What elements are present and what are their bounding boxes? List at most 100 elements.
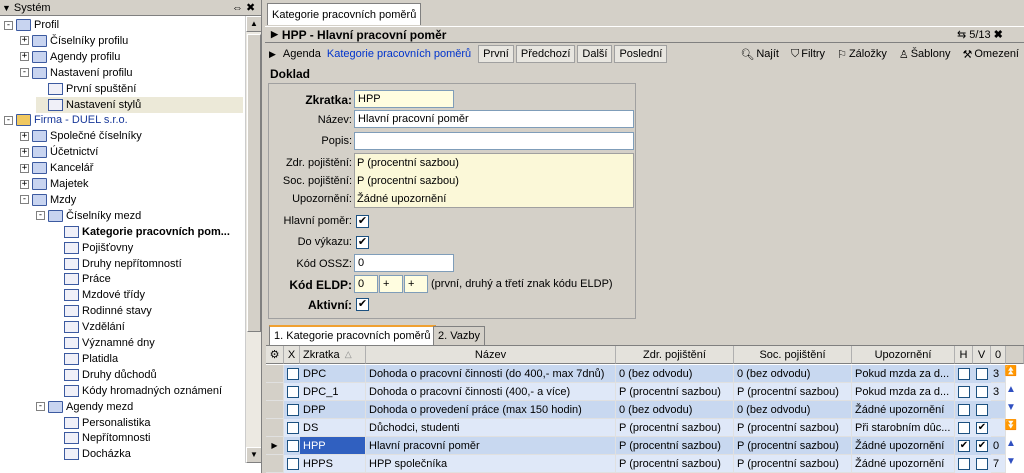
table-row[interactable]: HPPS HPP společníka P (procentní sazbou) P … [266,455,1006,473]
cell-h-checkbox[interactable] [958,458,970,470]
expand-icon[interactable]: + [20,179,29,189]
aktivni-checkbox[interactable]: ✔ [356,298,369,311]
row-indicator[interactable] [266,419,284,437]
expand-icon[interactable]: + [20,163,29,173]
cell-v-checkbox[interactable] [976,368,988,380]
tab-vazby[interactable]: 2. Vazby [433,326,485,345]
cell-h-checkbox[interactable]: ✔ [958,440,970,452]
previous-button[interactable]: Předchozí [515,45,576,63]
table-row[interactable]: DS Důchodci, studenti P (procentní sazbou)… [266,419,1006,437]
tree-item[interactable]: Mzdové třídy [52,287,145,303]
tree-item[interactable]: + Kancelář [20,160,93,176]
hlavni-checkbox[interactable]: ✔ [356,215,369,228]
kod-eldp-3[interactable]: + [404,275,428,293]
row-select-checkbox[interactable] [287,440,299,452]
next-button[interactable]: Další [577,45,613,63]
tree-item[interactable]: Rodinné stavy [52,303,152,319]
popis-input[interactable] [354,132,634,150]
zdr-value[interactable]: P (procentní sazbou) [357,157,459,169]
row-select-checkbox[interactable] [287,458,299,470]
filters-button[interactable]: ⛉ Filtry [786,45,830,63]
tree-scrollbar[interactable]: ▲ ▼ [245,16,261,463]
last-record-icon[interactable]: ⏬ [1002,417,1020,435]
tree-item[interactable]: + Majetek [20,176,89,192]
header-upoz[interactable]: Upozornění [852,346,955,364]
row-select-checkbox[interactable] [287,404,299,416]
tree-item[interactable]: Kategorie pracovních pom... [52,224,230,240]
vykaz-checkbox[interactable]: ✔ [356,236,369,249]
collapse-icon[interactable]: - [36,402,45,412]
row-select-checkbox[interactable] [287,386,299,398]
row-select-checkbox[interactable] [287,368,299,380]
tree-item[interactable]: Platidla [52,351,118,367]
cell-h-checkbox[interactable] [958,368,970,380]
expand-icon[interactable]: + [20,36,29,46]
tree-item[interactable]: Práce [52,271,111,287]
cell-h-checkbox[interactable] [958,404,970,416]
tree-item[interactable]: + Účetnictví [20,144,98,160]
collapse-icon[interactable]: - [4,20,13,30]
header-soc[interactable]: Soc. pojištění [734,346,852,364]
expand-icon[interactable]: + [20,147,29,157]
collapse-icon[interactable]: - [36,211,45,221]
scroll-up-button[interactable]: ▲ [246,16,261,32]
tree-item[interactable]: + Číselníky profilu [20,33,128,49]
header-nazev[interactable]: Název [366,346,616,364]
restrictions-button[interactable]: ⚒ Omezení [957,45,1024,63]
tab-kategorie-list[interactable]: 1. Kategorie pracovních poměrů [269,325,436,345]
tree-item[interactable]: - Číselníky mezd [36,208,141,224]
table-row[interactable]: DPC_1 Dohoda o pracovní činnosti (400,- a… [266,383,1006,401]
cell-v-checkbox[interactable]: ✔ [976,422,988,434]
row-indicator[interactable] [266,455,284,473]
down-icon[interactable]: ▼ [1002,453,1020,471]
table-row[interactable]: DPP Dohoda o provedení práce (max 150 hod… [266,401,1006,419]
tree-item[interactable]: - Nastavení profilu [20,65,133,81]
cell-v-checkbox[interactable] [976,404,988,416]
cell-v-checkbox[interactable] [976,386,988,398]
expand-icon[interactable]: + [20,52,29,62]
tree-item[interactable]: Druhy nepřítomností [52,256,182,272]
cell-h-checkbox[interactable] [958,422,970,434]
header-zdr[interactable]: Zdr. pojištění [616,346,734,364]
templates-button[interactable]: ♙ Šablony [894,45,956,63]
nazev-input[interactable]: Hlavní pracovní poměr [354,110,634,128]
last-button[interactable]: Poslední [614,45,668,63]
tree-item[interactable]: Kódy hromadných oznámení [52,383,222,399]
first-record-icon[interactable]: ⏫ [1002,363,1020,381]
cell-v-checkbox[interactable] [976,458,988,470]
collapse-icon[interactable]: - [20,68,29,78]
tree-item[interactable]: Vzdělání [52,319,125,335]
header-v[interactable]: V [973,346,991,364]
kod-eldp-1[interactable]: 0 [354,275,378,293]
tree-item[interactable]: Pojišťovny [52,240,133,256]
collapse-icon[interactable]: - [20,195,29,205]
tree-item[interactable]: Personalistika [52,415,150,431]
row-indicator[interactable] [266,401,284,419]
header-x[interactable]: X [284,346,300,364]
tree-item[interactable]: Významné dny [52,335,155,351]
bookmarks-button[interactable]: ⚐ Záložky [832,45,892,63]
close-icon[interactable]: ✖ [994,28,1003,41]
tree-item[interactable]: Druhy důchodů [52,367,157,383]
header-zkratka[interactable]: Zkratka △ [300,346,366,364]
tab-kategorie[interactable]: Kategorie pracovních poměrů [267,3,422,25]
agenda-link[interactable]: Kategorie pracovních poměrů [322,45,476,63]
tree-item[interactable]: Nepřítomnosti [52,430,150,446]
soc-value[interactable]: P (procentní sazbou) [357,175,459,187]
next-page-icon[interactable]: ▼ [1002,399,1020,417]
zkratka-input[interactable]: HPP [354,90,454,108]
current-row-indicator-icon[interactable]: ▶ [266,437,284,455]
tree-item[interactable]: Docházka [52,446,131,462]
first-button[interactable]: První [478,45,514,63]
collapse-icon[interactable]: - [4,115,13,125]
panel-controls[interactable]: ⇔ ✖ [232,1,255,14]
table-row[interactable]: ▶ HPP Hlavní pracovní poměr P (procentní sa… [266,437,1006,455]
row-indicator[interactable] [266,383,284,401]
header-h[interactable]: H [955,346,973,364]
tree-item[interactable]: - Agendy mezd [36,399,133,415]
row-indicator[interactable] [266,365,284,383]
table-row[interactable]: DPC Dohoda o pracovní činnosti (do 400,- … [266,365,1006,383]
kod-ossz-input[interactable]: 0 [354,254,454,272]
scroll-thumb[interactable] [247,34,261,332]
chevron-down-icon[interactable]: ▼ [2,3,11,13]
